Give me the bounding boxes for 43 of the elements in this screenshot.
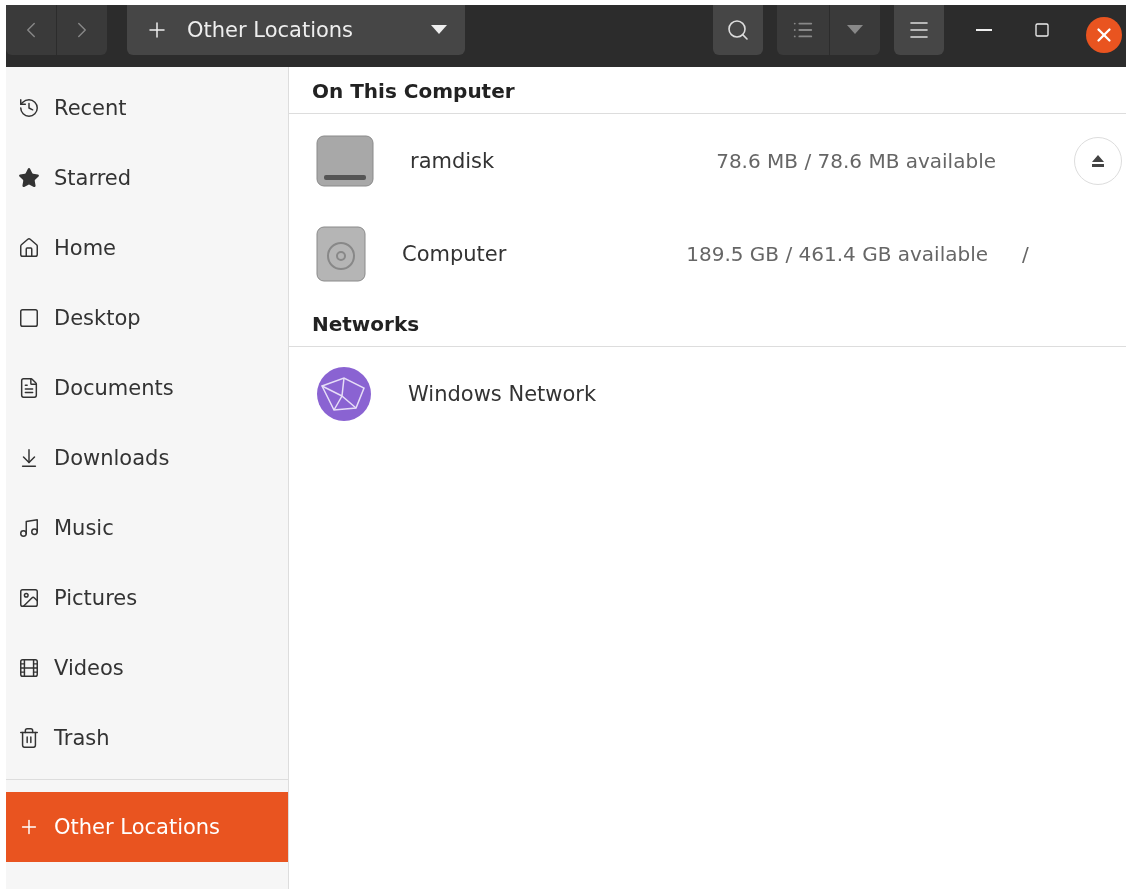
home-icon xyxy=(18,237,40,259)
usage-text: 78.6 MB / 78.6 MB available xyxy=(715,148,996,173)
location-name[interactable]: Computer xyxy=(402,241,638,266)
music-icon xyxy=(18,517,40,539)
star-icon xyxy=(18,167,40,189)
eject-button[interactable] xyxy=(1074,136,1122,185)
eject-icon xyxy=(1091,153,1105,168)
section-heading: Networks xyxy=(289,300,1126,347)
menu-button[interactable] xyxy=(894,5,944,55)
search-button[interactable] xyxy=(713,5,763,55)
minimize-icon xyxy=(976,29,992,31)
sidebar-item[interactable]: Home xyxy=(6,213,288,283)
drive-icon xyxy=(316,134,374,187)
sidebar-item[interactable]: Documents xyxy=(6,353,288,423)
mount-point: / xyxy=(1022,241,1029,266)
usage-text: 189.5 GB / 461.4 GB available xyxy=(685,241,988,266)
maximize-icon xyxy=(1034,22,1050,38)
location-name[interactable]: ramdisk xyxy=(410,148,646,173)
globe-icon xyxy=(316,365,372,422)
search-icon xyxy=(726,18,750,42)
film-icon xyxy=(18,657,40,679)
sidebar-item[interactable]: Desktop xyxy=(6,283,288,353)
caret-icon xyxy=(847,25,863,35)
sidebar-item[interactable]: Starred xyxy=(6,143,288,213)
sidebar-item[interactable]: Recent xyxy=(6,73,288,143)
view-menu-button[interactable] xyxy=(830,5,880,55)
document-icon xyxy=(18,377,40,399)
sidebar-item[interactable]: Pictures xyxy=(6,563,288,633)
sidebar-item[interactable]: Downloads xyxy=(6,423,288,493)
sidebar-item[interactable]: Other Locations xyxy=(6,792,288,862)
caret-icon xyxy=(431,25,447,35)
picture-icon xyxy=(18,587,40,609)
view-button[interactable] xyxy=(777,5,829,55)
desktop-icon xyxy=(18,307,40,329)
sidebar-item[interactable]: Music xyxy=(6,493,288,563)
trash-icon xyxy=(18,727,40,749)
close-button[interactable] xyxy=(1086,17,1122,53)
section-heading: On This Computer xyxy=(289,67,1126,114)
sidebar-item[interactable]: Trash xyxy=(6,703,288,773)
location-name[interactable]: Windows Network xyxy=(408,381,644,406)
location-button[interactable]: Other Locations xyxy=(127,5,465,55)
sidebar-item[interactable]: Videos xyxy=(6,633,288,703)
recent-icon xyxy=(18,97,40,119)
